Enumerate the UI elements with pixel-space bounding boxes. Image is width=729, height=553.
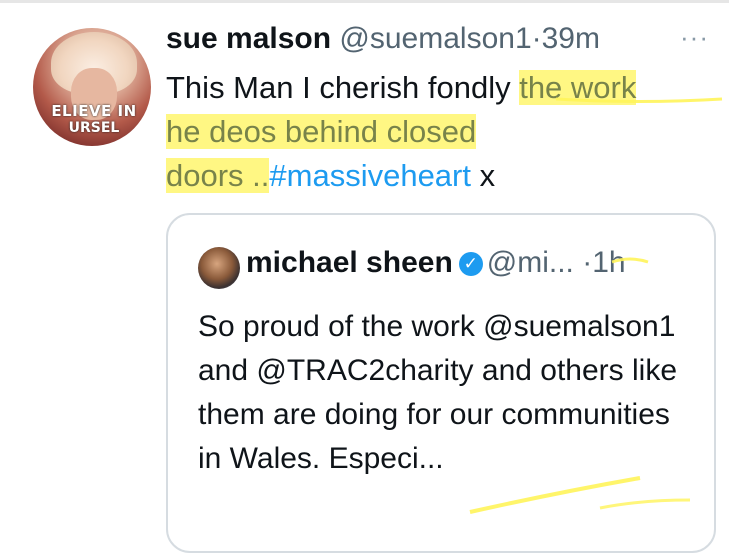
avatar-banner-text-1: ELIEVE IN: [51, 102, 137, 120]
author-name[interactable]: sue malson: [166, 22, 331, 55]
quoted-tweet-separator: ·: [582, 246, 593, 279]
tweet-text-highlight-2: he deos behind closed: [166, 114, 477, 149]
author-handle[interactable]: @suemalson1: [339, 22, 531, 55]
top-divider: [0, 0, 729, 3]
verified-badge-icon: ✓: [458, 252, 483, 276]
tweet-text-plain: This Man I cherish fondly: [166, 70, 520, 105]
more-options-icon[interactable]: ···: [680, 22, 709, 53]
tweet-text-highlight-1: the work: [519, 70, 637, 105]
quoted-tweet-text: So proud of the work @suemalson1 and @TR…: [198, 310, 678, 475]
quoted-tweet-time[interactable]: 1h: [592, 246, 625, 279]
quoted-author-handle[interactable]: @mi...: [487, 246, 574, 279]
tweet-text-tail: x: [470, 158, 496, 193]
avatar-banner-text-2: URSEL: [68, 120, 120, 136]
author-avatar[interactable]: ELIEVE IN URSEL: [33, 28, 151, 146]
header-separator: ·: [531, 22, 542, 55]
quoted-author-avatar[interactable]: [198, 247, 240, 289]
hashtag-link[interactable]: #massiveheart: [269, 158, 471, 193]
quoted-tweet-header: michael sheen ✓ @mi... ·1h: [246, 246, 626, 280]
tweet-time[interactable]: 39m: [542, 22, 600, 55]
tweet-body: This Man I cherish fondly the work he de…: [166, 66, 726, 198]
quoted-author-name[interactable]: michael sheen: [246, 246, 453, 279]
tweet-header: sue malson @suemalson1·39m: [166, 22, 600, 56]
quoted-tweet-card[interactable]: michael sheen ✓ @mi... ·1h So proud of the…: [166, 213, 716, 553]
tweet-text-highlight-3: doors ..: [166, 158, 270, 193]
